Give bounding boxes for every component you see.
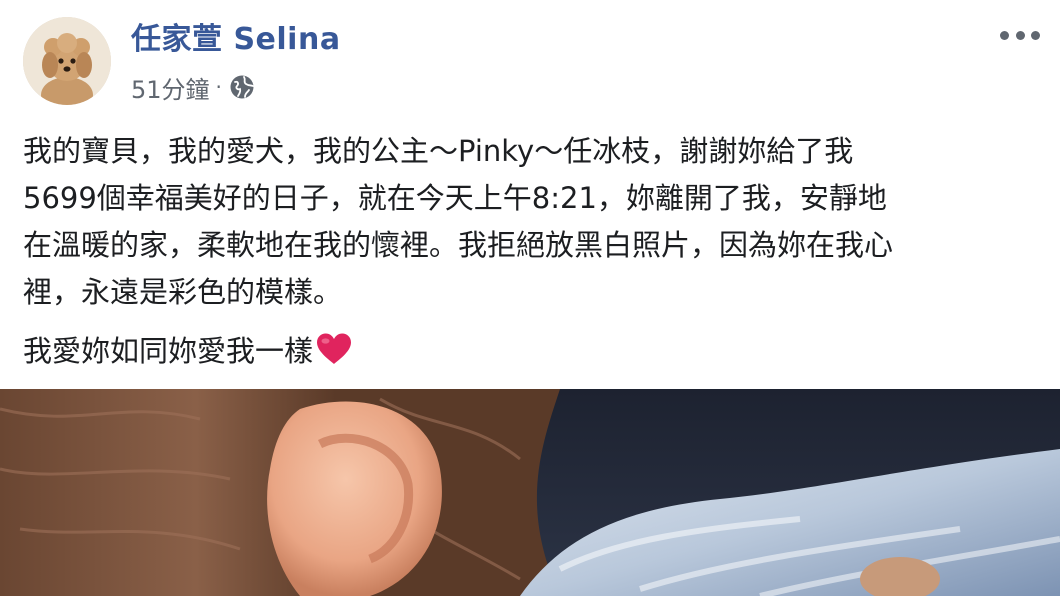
more-dot [1000,30,1009,40]
meta-separator: · [215,75,222,99]
post-text-line: 裡，永遠是彩色的模樣。 [23,275,343,309]
globe-icon[interactable] [229,74,255,100]
facebook-post: 任家萱 Selina 51分鐘 · 我的寶貝，我的愛犬，我的公主～Pinky～任… [0,0,1060,596]
post-text-line: 我愛妳如同妳愛我一樣 [23,334,314,368]
more-options-icon[interactable] [1000,22,1040,48]
post-text-line: 我的寶貝，我的愛犬，我的公主～Pinky～任冰枝，謝謝妳給了我 [23,134,854,168]
post-text-line-with-heart: 我愛妳如同妳愛我一樣 [23,328,1035,375]
post-text-line: 5699個幸福美好的日子，就在今天上午8:21，妳離開了我，安靜地 [23,181,887,215]
post-paragraph-2: 我愛妳如同妳愛我一樣 [23,328,1035,375]
more-dot [1031,30,1040,40]
post-text-line: 在溫暖的家，柔軟地在我的懷裡。我拒絕放黑白照片，因為妳在我心 [23,228,894,262]
post-photo-image[interactable] [0,389,1060,596]
author-name-link[interactable]: 任家萱 Selina [131,20,341,60]
more-dot [1015,30,1025,40]
dog-avatar-icon[interactable] [23,17,111,105]
post-paragraph-1: 我的寶貝，我的愛犬，我的公主～Pinky～任冰枝，謝謝妳給了我 5699個幸福美… [23,128,1035,316]
post-body: 我的寶貝，我的愛犬，我的公主～Pinky～任冰枝，謝謝妳給了我 5699個幸福美… [23,128,1035,375]
post-meta: 51分鐘 · [131,70,255,104]
red-heart-icon [315,332,353,366]
post-timestamp[interactable]: 51分鐘 [131,70,210,105]
